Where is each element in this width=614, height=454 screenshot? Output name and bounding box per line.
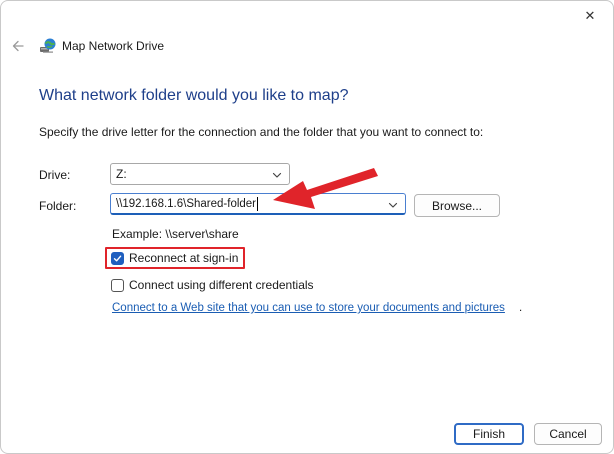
chevron-down-icon — [388, 202, 398, 208]
reconnect-checkbox[interactable] — [111, 251, 124, 265]
link-period: . — [519, 302, 523, 314]
drive-select[interactable]: Z: — [110, 163, 290, 185]
window-title: Map Network Drive — [62, 39, 165, 53]
browse-button[interactable]: Browse... — [414, 194, 500, 217]
map-network-drive-window: ✕ Map Network Drive What network folder … — [0, 0, 614, 454]
credentials-checkbox-row[interactable]: Connect using different credentials — [111, 278, 314, 292]
example-text: Example: \\server\share — [112, 227, 239, 241]
drive-label: Drive: — [39, 168, 71, 182]
title-bar: Map Network Drive — [9, 35, 164, 57]
chevron-down-icon — [272, 172, 282, 178]
finish-button[interactable]: Finish — [454, 423, 524, 445]
text-caret — [257, 196, 259, 211]
network-drive-icon — [40, 38, 56, 53]
back-button[interactable] — [9, 37, 27, 55]
instruction-text: Specify the drive letter for the connect… — [39, 125, 484, 139]
page-heading: What network folder would you like to ma… — [39, 87, 349, 104]
folder-combobox[interactable]: \\192.168.1.6\Shared-folder — [110, 193, 406, 215]
close-icon: ✕ — [584, 8, 596, 23]
reconnect-label: Reconnect at sign-in — [129, 251, 239, 265]
folder-input-value: \\192.168.1.6\Shared-folder — [116, 197, 257, 210]
reconnect-checkbox-row[interactable]: Reconnect at sign-in — [111, 251, 238, 265]
drive-value: Z: — [116, 167, 127, 181]
annotation-arrow — [273, 168, 378, 209]
arrow-left-icon — [12, 40, 24, 52]
different-credentials-checkbox[interactable] — [111, 278, 124, 292]
web-site-link[interactable]: Connect to a Web site that you can use t… — [112, 302, 505, 314]
cancel-button[interactable]: Cancel — [534, 423, 602, 445]
folder-label: Folder: — [39, 199, 77, 213]
close-button[interactable]: ✕ — [575, 3, 605, 29]
checkmark-icon — [113, 255, 122, 261]
different-credentials-label: Connect using different credentials — [129, 278, 314, 292]
